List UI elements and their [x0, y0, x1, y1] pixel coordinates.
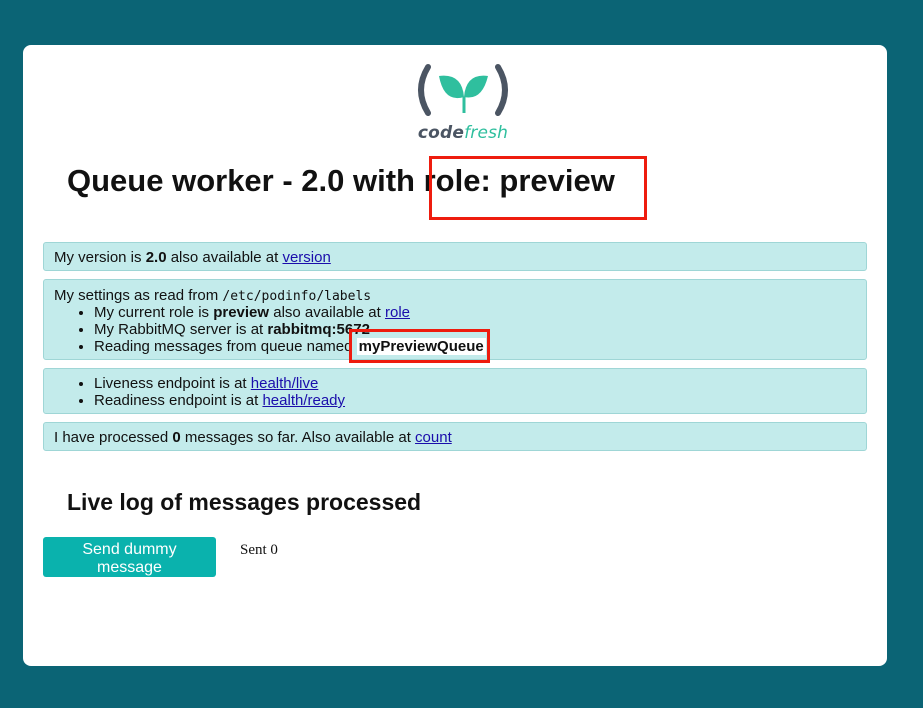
codefresh-logo: codefresh [408, 63, 518, 147]
list-item-role: My current role is preview also availabl… [94, 304, 856, 321]
logo-wordmark: codefresh [417, 123, 509, 143]
list-item-queue: Reading messages from queue named myPrev… [94, 338, 856, 355]
readiness-link[interactable]: health/ready [262, 392, 345, 409]
title-highlight-box [429, 156, 647, 220]
health-list: Liveness endpoint is at health/live Read… [54, 375, 856, 409]
sent-counter: Sent 0 [240, 542, 278, 558]
role-link[interactable]: role [385, 304, 410, 321]
count-link[interactable]: count [415, 429, 452, 446]
liveness-link[interactable]: health/live [251, 375, 319, 392]
codefresh-leaf-icon [418, 64, 508, 116]
count-panel: I have processed 0 messages so far. Also… [43, 422, 867, 451]
processed-count: 0 [172, 429, 181, 446]
live-log-title: Live log of messages processed [67, 489, 422, 515]
labels-path: /etc/podinfo/labels [222, 289, 372, 304]
version-value: 2.0 [145, 249, 167, 266]
main-card: codefresh Queue worker - 2.0 with role: … [23, 45, 887, 666]
health-panel: Liveness endpoint is at health/live Read… [43, 368, 867, 414]
settings-intro: My settings as read from /etc/podinfo/la… [54, 287, 372, 304]
list-item-readiness: Readiness endpoint is at health/ready [94, 392, 856, 409]
version-panel: My version is 2.0 also available at vers… [43, 242, 867, 271]
send-dummy-message-button[interactable]: Send dummy message [43, 537, 216, 577]
queue-name: myPreviewQueue [356, 338, 486, 355]
list-item-liveness: Liveness endpoint is at health/live [94, 375, 856, 392]
settings-panel: My settings as read from /etc/podinfo/la… [43, 279, 867, 360]
version-link[interactable]: version [282, 249, 330, 266]
